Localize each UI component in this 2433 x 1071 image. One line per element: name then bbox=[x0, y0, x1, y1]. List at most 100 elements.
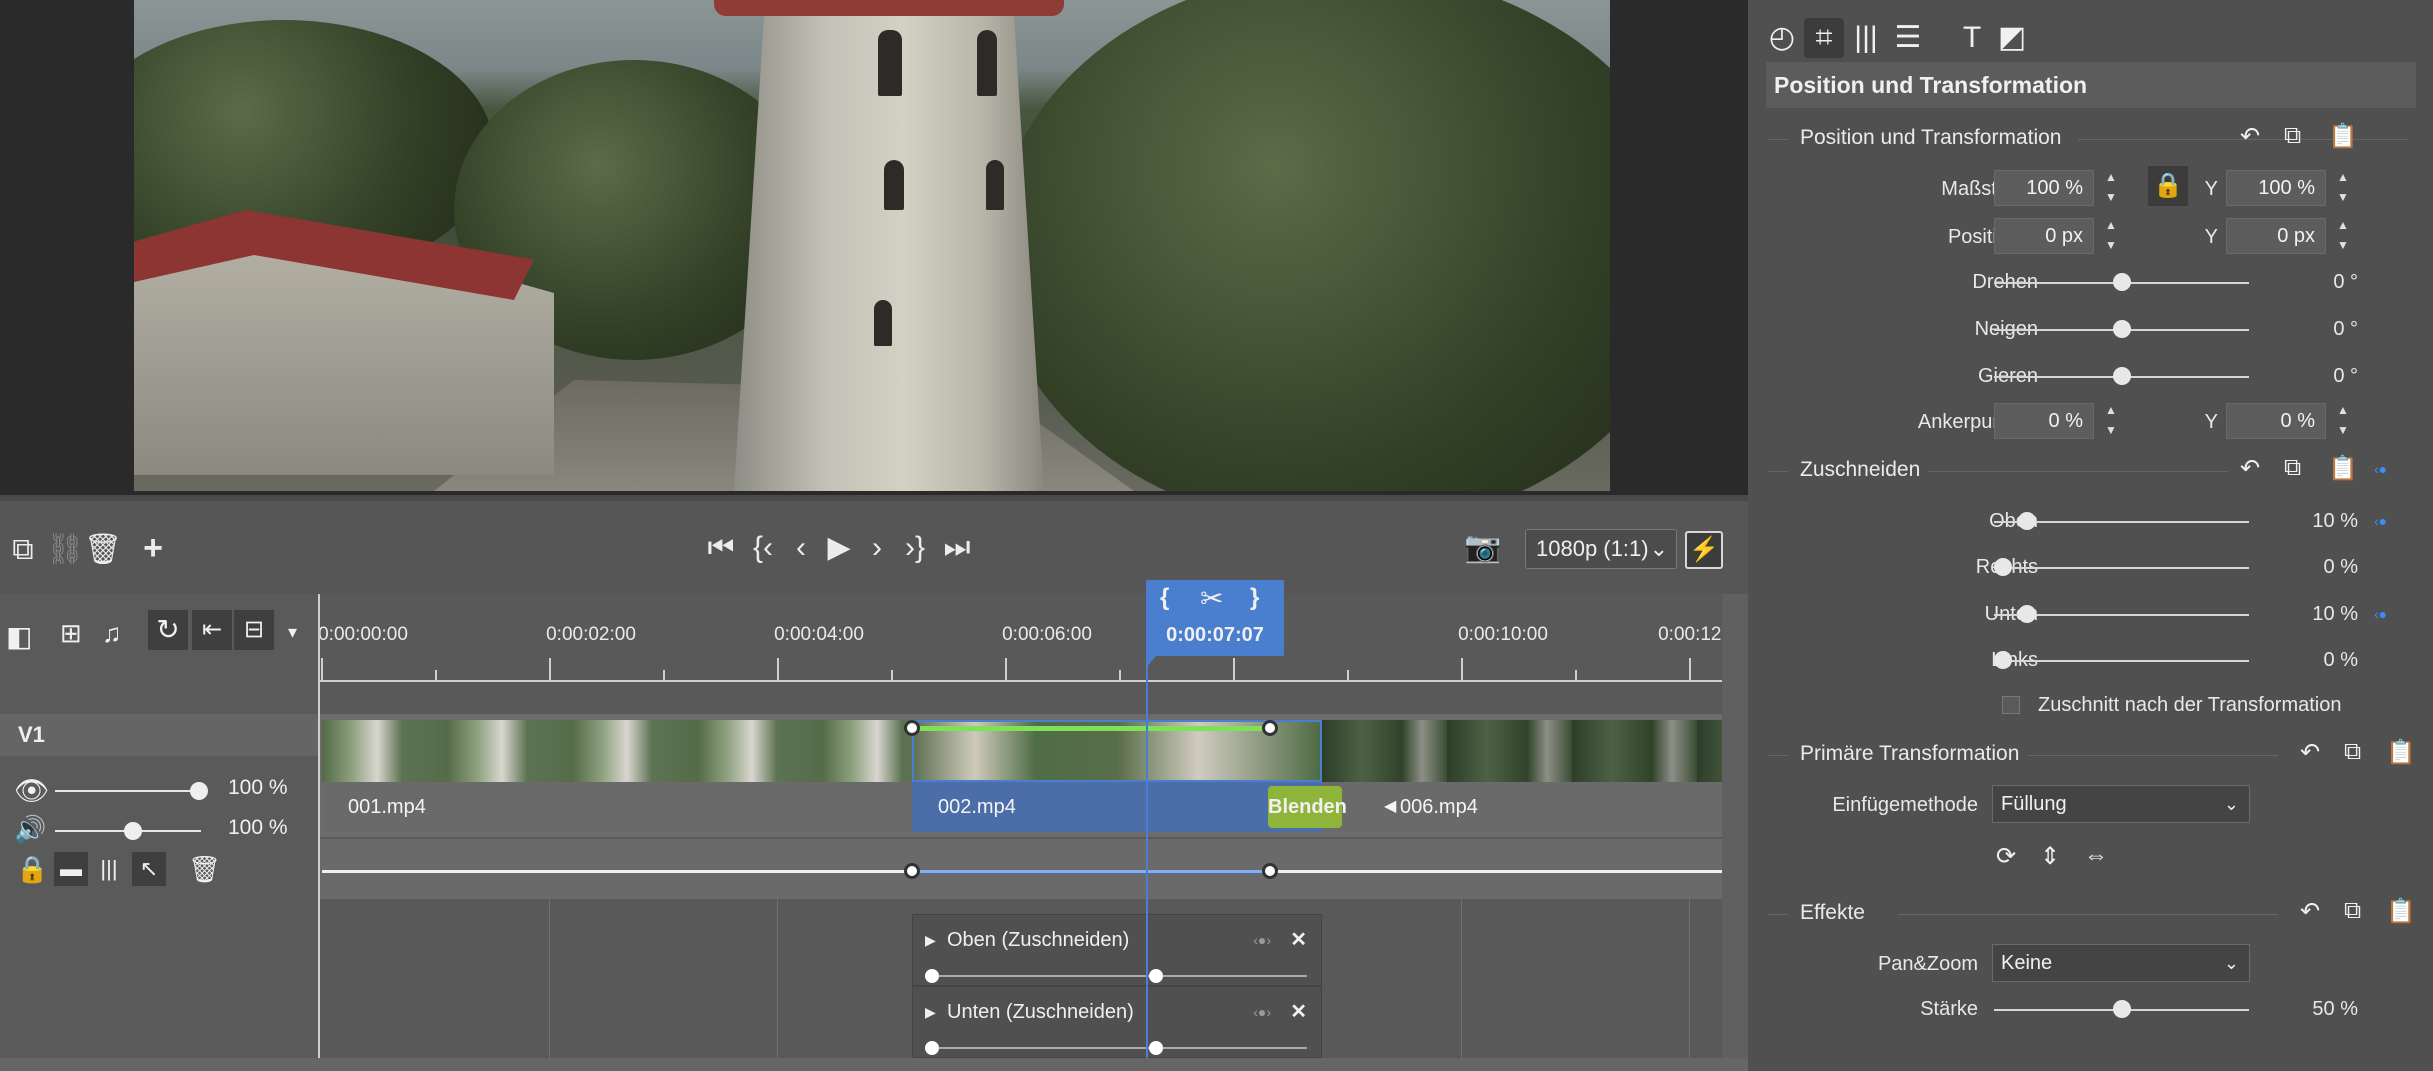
anchor-x-input[interactable]: 0 % bbox=[1994, 403, 2094, 439]
timeline-hscroll[interactable] bbox=[0, 1058, 1748, 1071]
scissors-cut-icon[interactable]: ✂ bbox=[1200, 582, 1223, 615]
paste-icon[interactable]: 📋 bbox=[2328, 122, 2358, 151]
section-primary-transform[interactable]: Primäre Transformation bbox=[1800, 742, 2019, 766]
delete-track-icon[interactable]: 🗑 bbox=[188, 854, 221, 885]
audio-waveform-icon[interactable]: ||| bbox=[92, 852, 126, 886]
skip-to-end-icon[interactable]: ⏭ bbox=[940, 533, 974, 563]
stepper-up-icon[interactable]: ▲ bbox=[2104, 403, 2118, 417]
crop-left-slider[interactable] bbox=[1994, 660, 2249, 662]
clip-002-selected[interactable]: 002.mp4 bbox=[912, 782, 1322, 832]
copy-icon[interactable]: ⧉ bbox=[2344, 738, 2361, 766]
stepper-up-icon[interactable]: ▲ bbox=[2336, 403, 2350, 417]
volume-slider-thumb[interactable] bbox=[124, 822, 142, 840]
scale-y-input[interactable]: 100 % bbox=[2226, 170, 2326, 206]
position-x-input[interactable]: 0 px bbox=[1994, 218, 2094, 254]
visibility-slider[interactable] bbox=[55, 790, 201, 792]
stepper-down-icon[interactable]: ▼ bbox=[2104, 423, 2118, 437]
copy-icon[interactable]: ⧉ bbox=[2284, 122, 2301, 150]
keyframe-curve-icon[interactable]: ↖ bbox=[132, 852, 166, 886]
next-keyframe-icon[interactable]: ›} bbox=[898, 533, 932, 563]
stepper-down-icon[interactable]: ▼ bbox=[2336, 190, 2350, 204]
panzoom-select[interactable]: Keine ⌄ bbox=[1992, 944, 2250, 982]
tab-speed-gauge-icon[interactable]: ◴ bbox=[1762, 18, 1802, 58]
keyframe-track-oben[interactable]: ▶ Oben (Zuschneiden) ‹●› ✕ bbox=[912, 914, 1322, 986]
keyframe-dot[interactable] bbox=[925, 1041, 939, 1055]
keyframe-dot[interactable] bbox=[925, 969, 939, 983]
insert-method-select[interactable]: Füllung ⌄ bbox=[1992, 785, 2250, 823]
reset-icon[interactable]: ↶ bbox=[2240, 122, 2260, 151]
keyframe-handle[interactable] bbox=[1262, 720, 1278, 736]
strength-slider-thumb[interactable] bbox=[2112, 1000, 2131, 1018]
yaw-slider-thumb[interactable] bbox=[2112, 367, 2131, 385]
sidebar-toggle-icon[interactable]: ◧ bbox=[6, 620, 32, 653]
close-icon[interactable]: ✕ bbox=[1290, 987, 1307, 1037]
expand-triangle-icon[interactable]: ▶ bbox=[925, 987, 936, 1037]
add-icon[interactable]: + bbox=[136, 531, 170, 565]
crop-after-checkbox[interactable] bbox=[2002, 696, 2020, 714]
add-audio-track-icon[interactable]: ♫ bbox=[102, 618, 122, 649]
clip-001[interactable]: 001.mp4 bbox=[322, 782, 912, 832]
lock-aspect-icon[interactable]: 🔒 bbox=[2148, 166, 2188, 206]
prev-frame-icon[interactable]: ‹ bbox=[784, 533, 818, 563]
link-icon[interactable]: ⛓ bbox=[46, 535, 84, 565]
stepper-down-icon[interactable]: ▼ bbox=[2104, 238, 2118, 252]
paste-icon[interactable]: 📋 bbox=[2386, 738, 2416, 767]
keyframe-nav-icon[interactable]: ‹●› bbox=[1253, 915, 1271, 965]
rotate-slider-thumb[interactable] bbox=[2112, 273, 2131, 291]
flip-horizontal-icon[interactable]: ⇔ bbox=[2084, 842, 2108, 870]
mark-out-icon[interactable]: } bbox=[1250, 584, 1259, 612]
skip-to-start-icon[interactable]: ⏮ bbox=[704, 533, 738, 563]
snapshot-camera-icon[interactable]: 📷 bbox=[1464, 533, 1501, 563]
transition-blenden[interactable]: Blenden bbox=[1268, 786, 1347, 828]
dropdown-arrow-icon[interactable]: ▾ bbox=[288, 622, 297, 643]
reset-icon[interactable]: ↶ bbox=[2300, 897, 2320, 926]
volume-handle[interactable] bbox=[904, 863, 920, 879]
turbo-lightning-button[interactable]: ⚡ bbox=[1685, 531, 1723, 569]
crop-top-slider-thumb[interactable] bbox=[2017, 512, 2036, 530]
paste-icon[interactable]: 📋 bbox=[2328, 454, 2358, 483]
next-frame-icon[interactable]: › bbox=[860, 533, 894, 563]
stepper-down-icon[interactable]: ▼ bbox=[2336, 238, 2350, 252]
crop-right-slider-thumb[interactable] bbox=[1994, 558, 2012, 576]
time-ruler[interactable]: 0:00:00:00 0:00:02:00 0:00:04:00 0:00:06… bbox=[318, 594, 1722, 682]
keyframe-dot[interactable] bbox=[1149, 1041, 1163, 1055]
reset-icon[interactable]: ↶ bbox=[2240, 454, 2260, 483]
copy-icon[interactable]: ⧉ bbox=[2284, 454, 2301, 482]
tab-adjust-sliders-icon[interactable]: ☰ bbox=[1888, 18, 1928, 58]
playhead-head[interactable]: { ✂ } 0:00:07:07 bbox=[1146, 580, 1284, 656]
ripple-edit-icon[interactable]: ⇤ bbox=[192, 610, 232, 650]
anchor-y-input[interactable]: 0 % bbox=[2226, 403, 2326, 439]
crop-bottom-slider-thumb[interactable] bbox=[2017, 605, 2036, 623]
volume-speaker-icon[interactable]: 🔊 bbox=[14, 814, 46, 845]
timeline-scrollbar[interactable] bbox=[1722, 594, 1748, 1071]
clip-thumbnails[interactable] bbox=[322, 720, 912, 782]
volume-handle[interactable] bbox=[1262, 863, 1278, 879]
trash-icon[interactable]: 🗑 bbox=[84, 535, 122, 565]
reset-icon[interactable]: ↶ bbox=[2300, 738, 2320, 767]
visibility-slider-thumb[interactable] bbox=[190, 782, 208, 800]
tab-mask-icon[interactable]: ◩ bbox=[1992, 18, 2032, 58]
clip-thumbnails[interactable] bbox=[1322, 720, 1722, 782]
flip-vertical-icon[interactable]: ⇕ bbox=[2040, 842, 2060, 871]
stepper-down-icon[interactable]: ▼ bbox=[2104, 190, 2118, 204]
stepper-up-icon[interactable]: ▲ bbox=[2104, 170, 2118, 184]
keyframe-dot[interactable] bbox=[1149, 969, 1163, 983]
keyframe-handle[interactable] bbox=[904, 720, 920, 736]
position-y-input[interactable]: 0 px bbox=[2226, 218, 2326, 254]
section-crop[interactable]: Zuschneiden bbox=[1800, 458, 1920, 482]
play-icon[interactable]: ▶ bbox=[822, 533, 856, 563]
crop-right-slider[interactable] bbox=[1994, 567, 2249, 569]
copy-icon[interactable]: ⧉ bbox=[6, 535, 40, 565]
lock-icon[interactable]: 🔒 bbox=[16, 854, 48, 885]
keyframe-track-unten[interactable]: ▶ Unten (Zuschneiden) ‹●› ✕ bbox=[912, 986, 1322, 1058]
stepper-up-icon[interactable]: ▲ bbox=[2336, 170, 2350, 184]
tab-audio-icon[interactable]: ||| bbox=[1846, 18, 1886, 58]
keyframe-nav-icon[interactable]: ‹●› bbox=[1253, 987, 1271, 1037]
section-position-transform[interactable]: Position und Transformation bbox=[1800, 126, 2061, 150]
scale-x-input[interactable]: 100 % bbox=[1994, 170, 2094, 206]
rotate-frame-icon[interactable]: ⟳ bbox=[1996, 842, 2016, 871]
crop-left-slider-thumb[interactable] bbox=[1994, 651, 2012, 669]
mark-in-icon[interactable]: { bbox=[1160, 584, 1169, 612]
tilt-slider-thumb[interactable] bbox=[2112, 320, 2131, 338]
stepper-down-icon[interactable]: ▼ bbox=[2336, 423, 2350, 437]
